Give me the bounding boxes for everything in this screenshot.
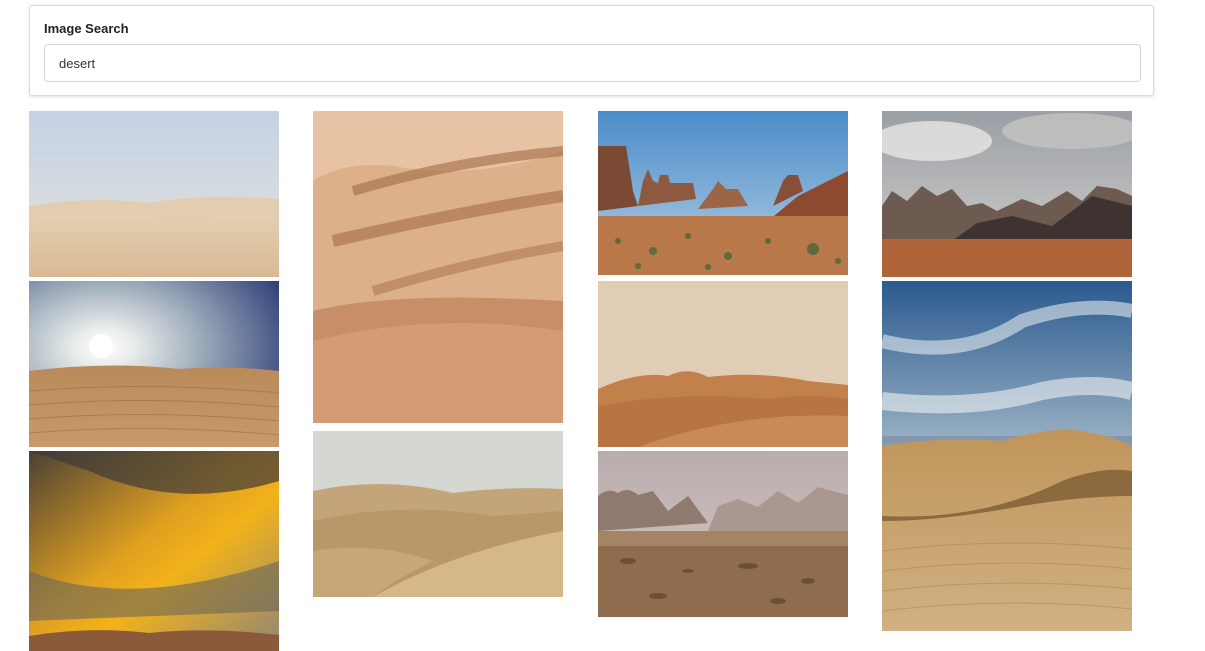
result-image-3[interactable] bbox=[29, 451, 279, 651]
result-image-8[interactable] bbox=[598, 451, 848, 617]
image-sunset-sky bbox=[29, 451, 279, 651]
result-image-4[interactable] bbox=[313, 111, 563, 423]
search-label: Image Search bbox=[44, 21, 129, 36]
search-input[interactable] bbox=[44, 44, 1141, 82]
image-sun-dunes bbox=[29, 281, 279, 447]
result-image-10[interactable] bbox=[882, 281, 1132, 631]
result-image-2[interactable] bbox=[29, 281, 279, 447]
result-image-1[interactable] bbox=[29, 111, 279, 277]
result-image-7[interactable] bbox=[598, 281, 848, 447]
image-monument-valley bbox=[598, 111, 848, 275]
result-image-6[interactable] bbox=[598, 111, 848, 275]
image-rock-formations-clouds bbox=[882, 111, 1132, 277]
image-pale-dunes bbox=[29, 111, 279, 277]
image-dunes-haze bbox=[313, 431, 563, 597]
image-search-panel: Image Search bbox=[29, 5, 1154, 96]
image-dune-ripples-closeup bbox=[313, 111, 563, 423]
result-image-5[interactable] bbox=[313, 431, 563, 597]
result-image-9[interactable] bbox=[882, 111, 1132, 277]
image-dusty-rocks bbox=[598, 451, 848, 617]
image-dunes-beige-sky bbox=[598, 281, 848, 447]
image-dunes-blue-sky bbox=[882, 281, 1132, 631]
